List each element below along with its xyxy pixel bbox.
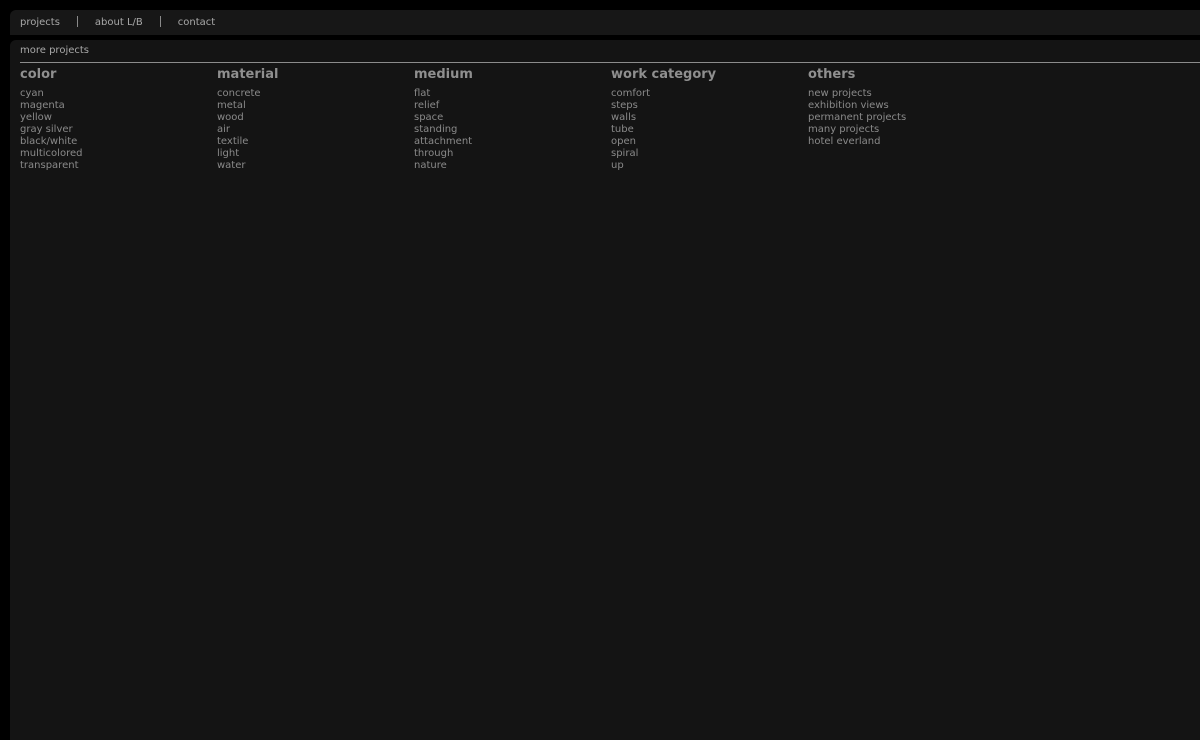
- material-link-air[interactable]: air: [217, 124, 414, 136]
- material-link-light[interactable]: light: [217, 148, 414, 160]
- color-link-magenta[interactable]: magenta: [20, 100, 217, 112]
- medium-link-nature[interactable]: nature: [414, 160, 611, 172]
- section-title: more projects: [20, 45, 89, 56]
- color-link-transparent[interactable]: transparent: [20, 160, 217, 172]
- medium-link-relief[interactable]: relief: [414, 100, 611, 112]
- nav-link-about[interactable]: about L/B: [95, 17, 143, 28]
- column-title-others: others: [808, 67, 856, 82]
- color-link-cyan[interactable]: cyan: [20, 88, 217, 100]
- work-category-link-tube[interactable]: tube: [611, 124, 808, 136]
- medium-link-attachment[interactable]: attachment: [414, 136, 611, 148]
- column-color: color cyan magenta yellow gray silver bl…: [20, 67, 217, 172]
- column-medium: medium flat relief space standing attach…: [414, 67, 611, 172]
- nav-separator: [76, 16, 78, 27]
- work-category-link-walls[interactable]: walls: [611, 112, 808, 124]
- nav-link-contact[interactable]: contact: [178, 17, 215, 28]
- medium-link-through[interactable]: through: [414, 148, 611, 160]
- category-columns: color cyan magenta yellow gray silver bl…: [20, 67, 1005, 172]
- material-link-wood[interactable]: wood: [217, 112, 414, 124]
- column-title-work-category: work category: [611, 67, 717, 82]
- column-title-color: color: [20, 67, 57, 82]
- material-link-concrete[interactable]: concrete: [217, 88, 414, 100]
- medium-link-space[interactable]: space: [414, 112, 611, 124]
- color-link-gray-silver[interactable]: gray silver: [20, 124, 217, 136]
- nav-link-projects[interactable]: projects: [20, 17, 60, 28]
- column-work-category: work category comfort steps walls tube o…: [611, 67, 808, 172]
- color-link-black-white[interactable]: black/white: [20, 136, 217, 148]
- others-link-new-projects[interactable]: new projects: [808, 88, 1005, 100]
- main-panel: more projects color cyan magenta yellow …: [10, 40, 1200, 740]
- work-category-link-open[interactable]: open: [611, 136, 808, 148]
- column-title-material: material: [217, 67, 279, 82]
- others-link-hotel-everland[interactable]: hotel everland: [808, 136, 1005, 148]
- work-category-link-steps[interactable]: steps: [611, 100, 808, 112]
- medium-link-flat[interactable]: flat: [414, 88, 611, 100]
- section-divider: [20, 62, 1200, 63]
- material-link-metal[interactable]: metal: [217, 100, 414, 112]
- work-category-link-comfort[interactable]: comfort: [611, 88, 808, 100]
- top-navigation: projects about L/B contact: [10, 10, 1200, 35]
- others-link-permanent-projects[interactable]: permanent projects: [808, 112, 1005, 124]
- others-link-many-projects[interactable]: many projects: [808, 124, 1005, 136]
- nav-separator: [159, 16, 161, 27]
- column-title-medium: medium: [414, 67, 473, 82]
- column-others: others new projects exhibition views per…: [808, 67, 1005, 172]
- material-link-textile[interactable]: textile: [217, 136, 414, 148]
- work-category-link-up[interactable]: up: [611, 160, 808, 172]
- others-link-exhibition-views[interactable]: exhibition views: [808, 100, 1005, 112]
- column-material: material concrete metal wood air textile…: [217, 67, 414, 172]
- medium-link-standing[interactable]: standing: [414, 124, 611, 136]
- material-link-water[interactable]: water: [217, 160, 414, 172]
- color-link-yellow[interactable]: yellow: [20, 112, 217, 124]
- work-category-link-spiral[interactable]: spiral: [611, 148, 808, 160]
- color-link-multicolored[interactable]: multicolored: [20, 148, 217, 160]
